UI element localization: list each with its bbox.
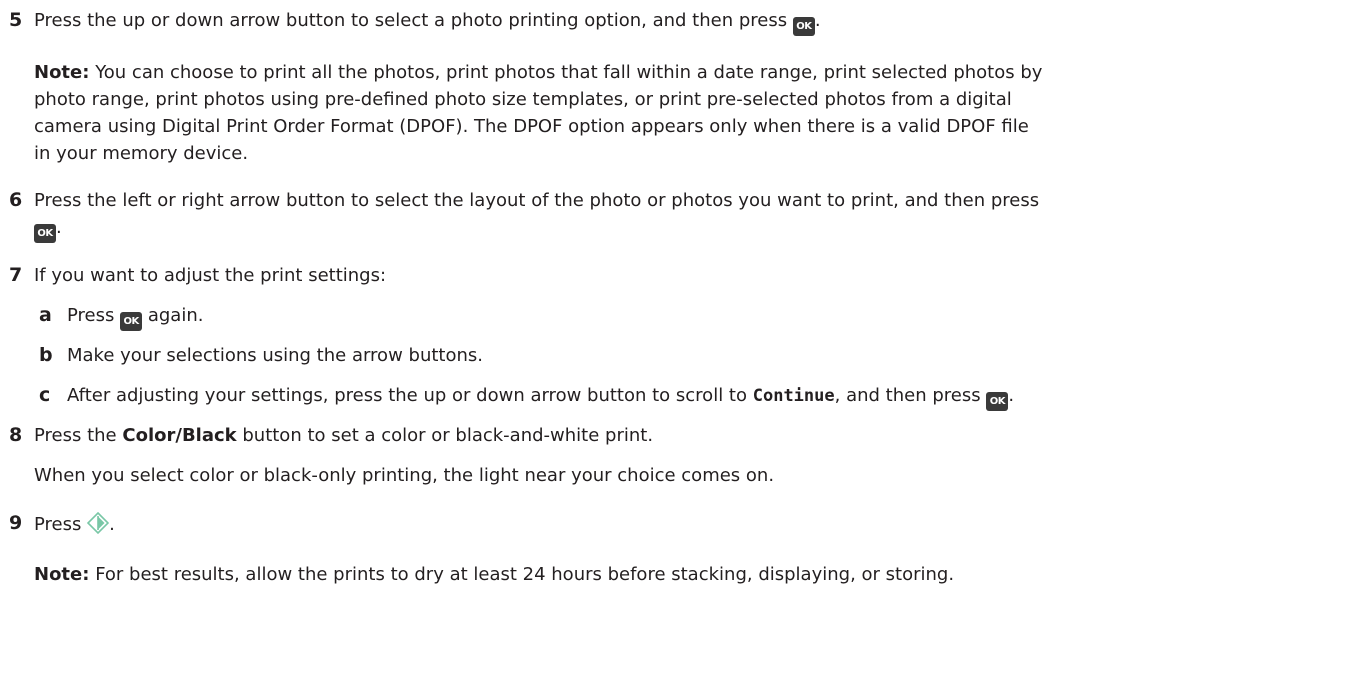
period: .: [109, 514, 115, 535]
step-number: 9: [9, 512, 23, 534]
period: .: [56, 217, 62, 238]
note-text: You can choose to print all the photos, …: [95, 62, 1043, 83]
step-number: 5: [9, 9, 23, 31]
period: .: [1008, 385, 1015, 406]
step-5-text: Press the up or down arrow button to sel…: [34, 9, 821, 36]
step-8-text: Press the Color/Black button to set a co…: [34, 424, 653, 447]
color-black-button-label: Color/Black: [122, 425, 237, 446]
step-number: 8: [9, 424, 23, 446]
step-5-note-line-1: Note: You can choose to print all the ph…: [34, 61, 1042, 84]
step-text: Press the: [34, 425, 117, 446]
substep-b-text: Make your selections using the arrow but…: [67, 345, 483, 366]
ok-button-icon: OK: [120, 312, 143, 331]
step-5-note-line-4: in your memory device.: [34, 143, 249, 164]
substep-text: again.: [147, 305, 204, 326]
ok-button-icon: OK: [986, 392, 1009, 411]
step-9-text: Press .: [34, 511, 115, 536]
instruction-page: 5 Press the up or down arrow button to s…: [0, 0, 1359, 677]
substep-text: , and then press: [834, 385, 981, 406]
menu-option-continue: Continue: [752, 386, 835, 406]
substep-letter: c: [39, 384, 51, 406]
note-label: Note:: [34, 62, 90, 83]
step-7-text: If you want to adjust the print settings…: [34, 265, 387, 286]
start-button-icon: [86, 511, 110, 535]
step-5-note-line-2: photo range, print photos using pre-defi…: [34, 89, 1012, 110]
note-label: Note:: [34, 564, 90, 585]
note-text: For best results, allow the prints to dr…: [95, 564, 955, 585]
substep-a-text: Press OK again.: [67, 304, 203, 331]
step-6-text-line-2: OK.: [34, 216, 62, 243]
step-6-text: Press the left or right arrow button to …: [34, 190, 1040, 211]
substep-text: After adjusting your settings, press the…: [67, 385, 747, 406]
ok-button-icon: OK: [792, 17, 815, 36]
step-text: Press the up or down arrow button to sel…: [34, 10, 788, 31]
step-8-text-line-2: When you select color or black-only prin…: [34, 465, 775, 486]
substep-letter: b: [39, 344, 53, 366]
substep-letter: a: [39, 304, 52, 326]
period: .: [814, 10, 821, 31]
step-text: Press: [34, 514, 82, 535]
substep-c-text: After adjusting your settings, press the…: [67, 384, 1014, 411]
substep-text: Press: [67, 305, 115, 326]
step-number: 6: [9, 189, 23, 211]
step-text: button to set a color or black-and-white…: [242, 425, 654, 446]
step-5-note-line-3: camera using Digital Print Order Format …: [34, 116, 1029, 137]
step-9-note: Note: For best results, allow the prints…: [34, 563, 954, 586]
ok-button-icon: OK: [34, 224, 56, 243]
step-number: 7: [9, 264, 23, 286]
start-diamond-icon: [86, 511, 110, 535]
